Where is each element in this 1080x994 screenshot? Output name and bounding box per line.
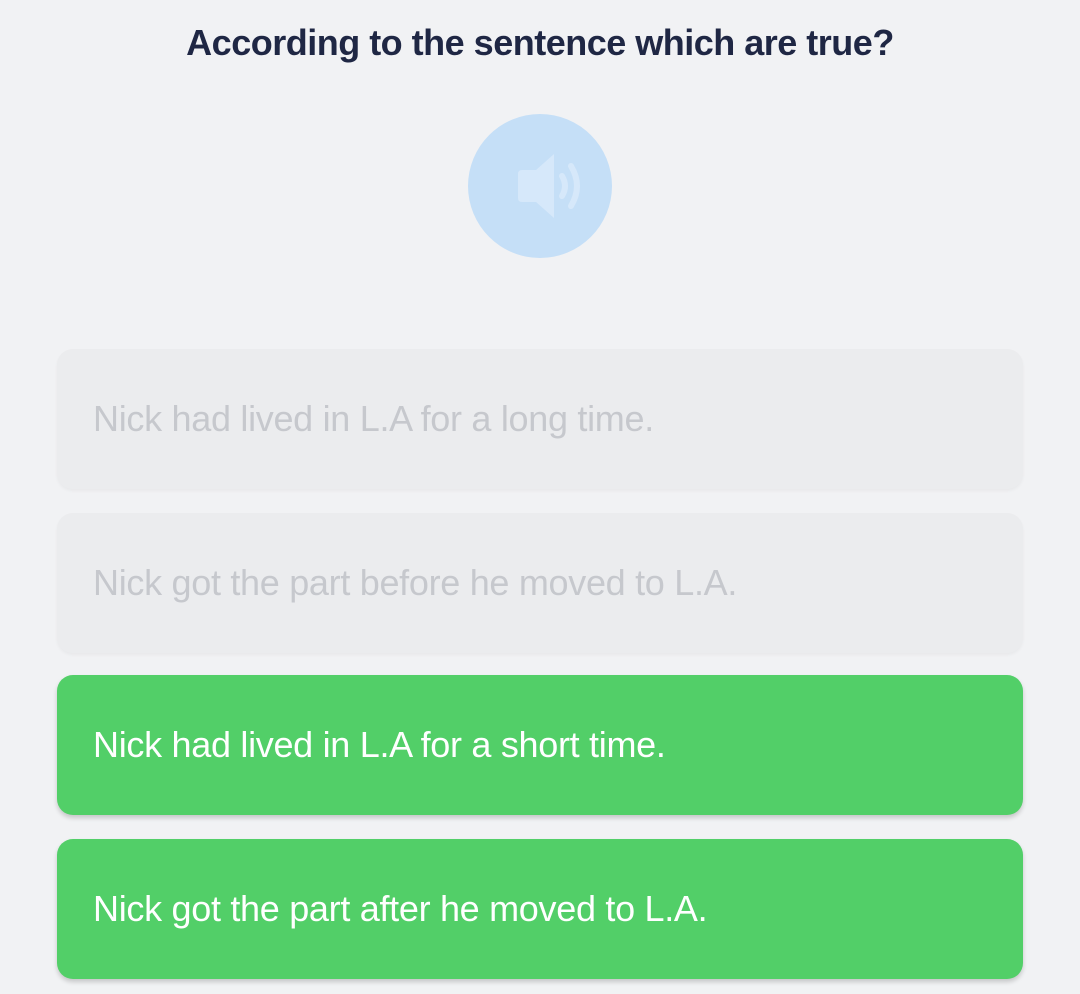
answer-option-label: Nick got the part before he moved to L.A… [93,562,738,603]
answer-option-2[interactable]: Nick got the part before he moved to L.A… [57,513,1023,653]
play-audio-button[interactable] [468,114,612,258]
answer-option-label: Nick got the part after he moved to L.A. [93,888,708,929]
speaker-icon [518,154,580,218]
answer-option-3[interactable]: Nick had lived in L.A for a short time. [57,675,1023,815]
answer-option-1[interactable]: Nick had lived in L.A for a long time. [57,349,1023,489]
answer-option-label: Nick had lived in L.A for a short time. [93,724,666,765]
question-title: According to the sentence which are true… [186,22,894,63]
answer-option-4[interactable]: Nick got the part after he moved to L.A. [57,839,1023,979]
answer-option-label: Nick had lived in L.A for a long time. [93,398,654,439]
